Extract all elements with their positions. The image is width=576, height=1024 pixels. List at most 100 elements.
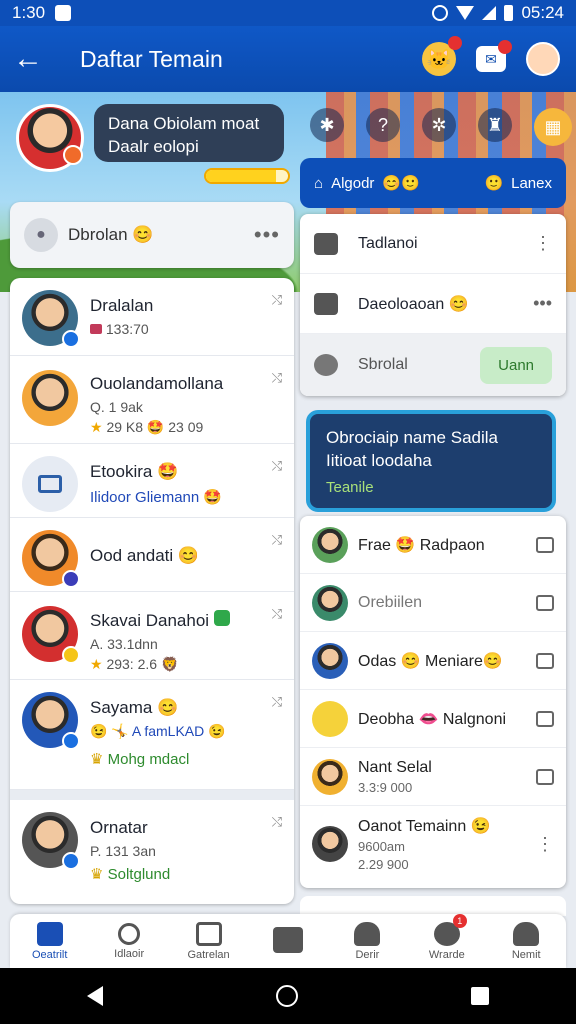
chat-bubble-icon[interactable] [536, 710, 554, 727]
nav-tasks[interactable]: Gatrelan [175, 921, 243, 961]
mail-button[interactable]: ✉ [476, 40, 512, 72]
list-item[interactable]: Ood andati 😊 ⤭ [10, 518, 294, 592]
nav-label: Oeatrilt [31, 948, 68, 961]
page-title: Daftar Temain [80, 45, 223, 72]
list-item[interactable]: Odas 😊 Meniare😊 [300, 632, 566, 690]
trophy-icon: ♛ [90, 751, 104, 768]
avatar [22, 456, 78, 512]
remove-icon[interactable]: ⤭ [272, 532, 282, 548]
friend-name: Ood andati 😊 [90, 546, 200, 565]
friend-name: Ouolandamollana [90, 374, 224, 393]
star-icon: ★ [90, 656, 103, 672]
notification-badge [448, 36, 462, 50]
chat-bubble-icon[interactable] [536, 768, 554, 785]
friend-status: ♛ Soltglund [90, 866, 171, 883]
verified-icon [62, 852, 80, 870]
list-item[interactable]: Skavai Danahoi A. 33.1dnn ★ 293: 2.6 🦁 ⤭ [10, 592, 294, 680]
system-recents-icon[interactable] [471, 987, 490, 1005]
xp-progress-bar [204, 168, 290, 184]
arrow-left-icon: ← [13, 42, 43, 75]
nav-label: Nemit [511, 948, 541, 961]
contact-name: Deobha 👄 Nalgnoni [358, 710, 507, 728]
chat-bubble-icon[interactable] [536, 594, 554, 611]
question-icon: ? [377, 114, 388, 135]
tools-icon: ✱ [319, 114, 335, 135]
list-item[interactable]: Nant Selal 3.3:9 000 [300, 748, 566, 806]
remove-icon[interactable]: ⤭ [272, 814, 282, 830]
remove-icon[interactable]: ⤭ [272, 694, 282, 710]
menu-item-3[interactable]: Sbrolal Uann [300, 334, 566, 396]
remove-icon[interactable]: ⤭ [272, 292, 282, 308]
avatar [312, 526, 348, 563]
verified-icon [62, 570, 80, 588]
list-item[interactable]: Ouolandamollana Q. 1 9ak ★ 29 K8 🤩 23 09… [10, 356, 294, 444]
mascot-button[interactable]: 🐱 [422, 36, 462, 76]
friend-name: Skavai Danahoi [90, 610, 280, 631]
mascot-icon: 🐱 [426, 48, 452, 71]
more-icon[interactable]: ••• [254, 222, 280, 248]
system-home-icon[interactable] [275, 985, 298, 1007]
contact-name: Orebiilen [358, 593, 423, 611]
notification-badge: 1 [452, 913, 467, 928]
search-icon [118, 922, 141, 945]
store-button[interactable]: ▦ [534, 108, 572, 146]
menu-item-label: Sbrolal [358, 356, 408, 373]
list-item[interactable]: Dralalan 133:70 ⤭ [10, 278, 294, 356]
list-item[interactable]: Oanot Temainn 😉 9600am 2.29 900 ⋮ [300, 806, 566, 882]
list-item[interactable]: Ornatar P. 131 3an ♛ Soltglund ⤭ [10, 800, 294, 896]
system-back-icon[interactable] [86, 986, 103, 1006]
list-item[interactable]: Deobha 👄 Nalgnoni [300, 690, 566, 748]
menu-item-1[interactable]: Tadlanoi ⋮ [300, 214, 566, 274]
friend-status: ♛ Mohg mdacl [90, 751, 190, 768]
trophy-icon [354, 921, 381, 946]
nav-notifications[interactable]: 1 Wrarde [413, 913, 481, 961]
list-item[interactable]: Frae 🤩 Radpaon [300, 516, 566, 574]
profile-avatar[interactable] [16, 104, 84, 172]
confirm-button[interactable]: Uann [480, 346, 552, 384]
quick-actions: ✱ ? ✲ ♜ ▦ [310, 108, 572, 146]
sparkle-icon: ✲ [431, 114, 447, 135]
tooltip-link[interactable]: Teanile [326, 476, 536, 499]
avatar [22, 812, 80, 870]
remove-icon[interactable]: ⤭ [272, 370, 282, 386]
help-button[interactable]: ? [366, 108, 400, 142]
badge-icon [62, 646, 80, 664]
chat-shortcut[interactable]: ● Dbrolan 😊 ••• [10, 202, 294, 268]
verified-icon [62, 732, 80, 750]
star-icon: ★ [90, 419, 103, 435]
nav-home[interactable]: Oeatrilt [16, 921, 84, 961]
remove-icon[interactable]: ⤭ [272, 458, 282, 474]
menu-item-2[interactable]: Daeoloaoan 😊 ••• [300, 274, 566, 334]
options-menu: Tadlanoi ⋮ Daeoloaoan 😊 ••• Sbrolal Uann [300, 214, 566, 396]
menu-item-label: Daeoloaoan 😊 [358, 295, 469, 313]
friend-name: Sayama 😊 [90, 698, 179, 717]
friend-meta: Q. 1 9ak [90, 399, 143, 415]
bottom-navigation: Oeatrilt Idlaoir Gatrelan Derir 1 Wrarde … [10, 913, 566, 968]
list-item[interactable]: Etookira 🤩 Ilidoor Gliemann 🤩 ⤭ [10, 444, 294, 518]
more-vertical-icon[interactable]: ⋮ [534, 233, 552, 254]
tools-button[interactable]: ✱ [310, 108, 344, 142]
lock-icon: ♜ [486, 114, 504, 135]
more-vertical-icon[interactable]: ⋮ [536, 834, 554, 855]
remove-icon[interactable]: ⤭ [272, 606, 282, 622]
nav-label: Gatrelan [187, 948, 230, 961]
chat-shortcut-label: Dbrolan 😊 [68, 225, 154, 244]
tab-left[interactable]: Algodr [331, 175, 374, 192]
more-icon[interactable]: ••• [533, 293, 552, 314]
nav-shop[interactable] [254, 926, 322, 956]
back-button[interactable]: ← [0, 26, 56, 92]
user-avatar[interactable] [526, 42, 560, 76]
tab-right[interactable]: Lanex [511, 175, 552, 192]
nav-search[interactable]: Idlaoir [95, 922, 163, 960]
chat-bubble-icon[interactable] [536, 652, 554, 669]
friend-meta: 133:70 [90, 321, 280, 337]
menu-item-label: Tadlanoi [358, 234, 418, 252]
nav-trophy[interactable]: Derir [333, 921, 401, 961]
chat-bubble-icon[interactable] [536, 536, 554, 553]
effects-button[interactable]: ✲ [422, 108, 456, 142]
lock-button[interactable]: ♜ [478, 108, 512, 142]
tooltip-text: Obrociaip name Sadila Iitioat loodaha [326, 428, 498, 470]
nav-profile[interactable]: Nemit [492, 921, 560, 961]
list-item[interactable]: Sayama 😊 😉 🤸 A famLKAD 😉 ♛ Mohg mdacl ⤭ [10, 680, 294, 790]
list-item[interactable]: Orebiilen [300, 574, 566, 632]
